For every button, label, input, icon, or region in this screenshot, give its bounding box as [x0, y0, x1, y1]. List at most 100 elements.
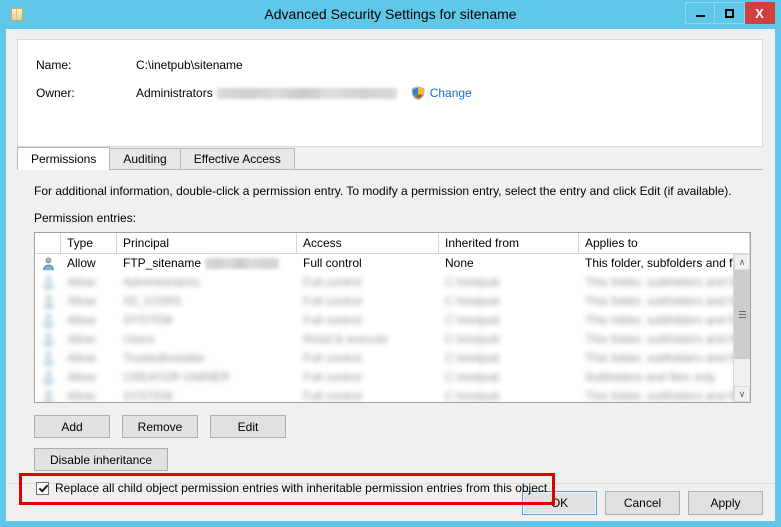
user-icon	[35, 256, 61, 271]
cell-principal-text: FTP_sitename	[123, 256, 202, 270]
change-link-label: Change	[429, 86, 472, 100]
replace-child-permissions-row[interactable]: Replace all child object permission entr…	[36, 481, 547, 495]
owner-value: Administrators	[136, 86, 213, 100]
table-row[interactable]: Allow FTP_sitename Full control None Thi…	[35, 254, 750, 273]
table-row[interactable]: Allow Users Read & execute C:\inetpub Th…	[35, 330, 750, 349]
cell-type: Allow	[67, 294, 96, 308]
cell-applies-to: This folder, subfolders and files	[585, 256, 750, 270]
close-button[interactable]: X	[745, 2, 775, 24]
cancel-button[interactable]: Cancel	[605, 490, 680, 515]
tab-effective-access[interactable]: Effective Access	[179, 148, 295, 169]
apply-button[interactable]: Apply	[688, 490, 763, 515]
column-header-inherited-from[interactable]: Inherited from	[439, 233, 579, 253]
cell-type: Allow	[67, 256, 96, 270]
cell-applies-to: Subfolders and files only	[585, 370, 716, 384]
entry-actions: Add Remove Edit	[34, 415, 286, 438]
cell-principal: TrustedInstaller	[123, 351, 206, 365]
column-header-principal[interactable]: Principal	[117, 233, 297, 253]
scroll-down-icon[interactable]: ∨	[734, 386, 750, 402]
cell-access: Full control	[303, 294, 362, 308]
list-body: Allow FTP_sitename Full control None Thi…	[35, 254, 750, 402]
table-row[interactable]: Allow TrustedInstaller Full control C:\i…	[35, 349, 750, 368]
edit-button[interactable]: Edit	[210, 415, 286, 438]
cell-applies-to: This folder, subfolders and files	[585, 389, 750, 402]
cell-type: Allow	[67, 351, 96, 365]
cell-access: Full control	[303, 389, 362, 402]
user-icon	[35, 389, 61, 402]
cell-inherited-from: C:\inetpub	[445, 389, 500, 402]
disable-inheritance-button[interactable]: Disable inheritance	[34, 448, 168, 471]
cell-access: Full control	[303, 313, 362, 327]
add-button[interactable]: Add	[34, 415, 110, 438]
window-controls: X	[685, 2, 775, 24]
cell-access: Read & execute	[303, 332, 389, 346]
dialog-content: Name: C:\inetpub\sitename Owner: Adminis…	[6, 29, 775, 505]
user-icon	[35, 313, 61, 328]
replace-child-permissions-checkbox[interactable]	[36, 481, 49, 495]
column-header-access[interactable]: Access	[297, 233, 439, 253]
user-icon	[35, 275, 61, 290]
user-icon	[35, 294, 61, 309]
cell-principal: Administrators	[123, 275, 200, 289]
cell-applies-to: This folder, subfolders and files	[585, 313, 750, 327]
cell-type: Allow	[67, 389, 96, 402]
instruction-text: For additional information, double-click…	[34, 184, 732, 198]
user-icon	[35, 332, 61, 347]
cell-principal: SYSTEM	[123, 313, 173, 327]
table-row[interactable]: Allow SYSTEM Full control C:\inetpub Thi…	[35, 311, 750, 330]
table-row[interactable]: Allow SYSTEM Full control C:\inetpub Thi…	[35, 387, 750, 402]
cell-principal: CREATOR OWNER	[123, 370, 230, 384]
cell-applies-to: This folder, subfolders and files	[585, 332, 750, 346]
tab-permissions[interactable]: Permissions	[17, 147, 111, 170]
window-title: Advanced Security Settings for sitename	[264, 6, 517, 22]
folder-icon	[9, 6, 26, 23]
column-header-icon	[35, 233, 61, 253]
cell-inherited-from: C:\inetpub	[445, 313, 500, 327]
tab-auditing[interactable]: Auditing	[109, 148, 181, 169]
cell-applies-to: This folder, subfolders and files	[585, 351, 750, 365]
dialog-body: Name: C:\inetpub\sitename Owner: Adminis…	[6, 29, 775, 521]
table-row[interactable]: Allow Administrators Full control C:\ine…	[35, 273, 750, 292]
cell-principal: Users	[123, 332, 155, 346]
inheritance-actions: Disable inheritance	[34, 448, 168, 471]
cell-type: Allow	[67, 275, 96, 289]
cell-access: Full control	[303, 256, 362, 270]
minimize-icon	[695, 15, 705, 17]
list-vertical-scrollbar[interactable]: ∧ ∨	[733, 254, 750, 402]
cell-inherited-from: C:\inetpub	[445, 275, 500, 289]
object-info-panel: Name: C:\inetpub\sitename Owner: Adminis…	[17, 39, 763, 147]
minimize-button[interactable]	[685, 2, 715, 24]
change-owner-link[interactable]: Change	[411, 86, 472, 100]
column-header-type[interactable]: Type	[61, 233, 117, 253]
maximize-button[interactable]	[715, 2, 745, 24]
user-icon	[35, 370, 61, 385]
name-row: Name: C:\inetpub\sitename	[36, 58, 243, 72]
cell-access: Full control	[303, 275, 362, 289]
cell-principal: FTP_sitename	[117, 254, 297, 273]
scrollbar-track[interactable]	[734, 270, 750, 386]
cell-type: Allow	[67, 313, 96, 327]
list-header: Type Principal Access Inherited from App…	[35, 233, 750, 254]
cell-inherited-from: C:\inetpub	[445, 294, 500, 308]
user-icon	[35, 351, 61, 366]
remove-button[interactable]: Remove	[122, 415, 198, 438]
owner-row: Owner: Administrators Change	[36, 86, 472, 100]
table-row[interactable]: Allow IIS_IUSRS Full control C:\inetpub …	[35, 292, 750, 311]
title-bar: Advanced Security Settings for sitename …	[0, 0, 781, 29]
tab-strip: Permissions Auditing Effective Access	[17, 147, 763, 170]
cell-type: Allow	[67, 370, 96, 384]
cell-applies-to: This folder, subfolders and files	[585, 275, 750, 289]
scroll-up-icon[interactable]: ∧	[734, 254, 750, 270]
scrollbar-thumb[interactable]	[734, 270, 750, 360]
cell-inherited-from: C:\inetpub	[445, 332, 500, 346]
owner-redacted-text	[216, 87, 397, 99]
maximize-icon	[725, 8, 734, 18]
table-row[interactable]: Allow CREATOR OWNER Full control C:\inet…	[35, 368, 750, 387]
name-label: Name:	[36, 58, 72, 72]
cell-access: Full control	[303, 370, 362, 384]
permission-entries-list[interactable]: Type Principal Access Inherited from App…	[34, 232, 751, 403]
column-header-applies-to[interactable]: Applies to	[579, 233, 750, 253]
cell-access: Full control	[303, 351, 362, 365]
cell-inherited-from: C:\inetpub	[445, 351, 500, 365]
cell-applies-to: This folder, subfolders and files	[585, 294, 750, 308]
